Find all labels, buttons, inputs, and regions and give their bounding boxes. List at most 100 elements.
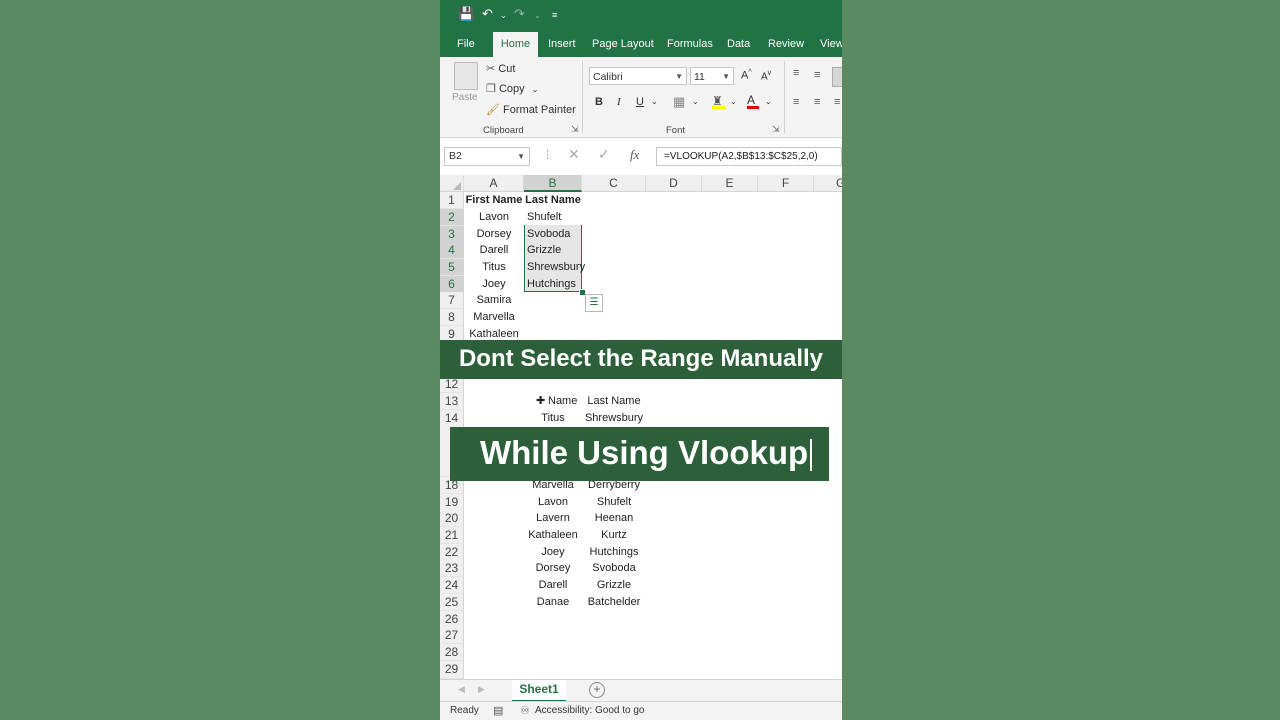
accessibility-icon[interactable]: ♾ (520, 704, 530, 717)
tab-file[interactable]: File (457, 32, 475, 57)
table-cell[interactable]: Batchelder (582, 594, 646, 611)
table2-header-last-name[interactable]: Last Name (582, 393, 646, 410)
align-top-icon[interactable]: ≡ (793, 67, 799, 79)
row-header[interactable]: 7 (440, 292, 464, 309)
table-cell[interactable]: Lavern (524, 510, 582, 527)
cell-a1[interactable]: First Name (464, 192, 524, 209)
column-header-b[interactable]: B (524, 175, 582, 192)
align-left-icon[interactable]: ≡ (793, 96, 799, 108)
row-header[interactable]: 24 (440, 577, 464, 594)
save-icon[interactable]: 💾 (458, 6, 474, 22)
column-header-c[interactable]: C (582, 175, 646, 192)
chevron-down-icon[interactable]: ⌄ (730, 97, 737, 106)
row-header[interactable]: 2 (440, 209, 464, 226)
table-cell[interactable]: Titus (524, 410, 582, 427)
underline-button[interactable]: U (636, 96, 644, 108)
table-cell[interactable]: Samira (464, 292, 524, 309)
enter-icon[interactable]: ✓ (598, 146, 610, 163)
customize-qat-icon[interactable]: ≡ (552, 10, 557, 20)
increase-font-icon[interactable]: A^ (741, 69, 752, 82)
cancel-icon[interactable]: ✕ (568, 146, 580, 163)
row-header[interactable]: 28 (440, 644, 464, 661)
column-header-d[interactable]: D (646, 175, 702, 192)
tab-formulas[interactable]: Formulas (667, 32, 713, 57)
row-header[interactable]: 29 (440, 661, 464, 679)
font-size-combo[interactable]: 11 ▼ (690, 67, 734, 85)
table-cell[interactable]: Titus (464, 259, 524, 276)
row-header[interactable]: 3 (440, 226, 464, 243)
scroll-right-icon[interactable]: ▶ (478, 684, 485, 695)
row-header[interactable]: 27 (440, 627, 464, 644)
tab-insert[interactable]: Insert (548, 32, 576, 57)
decrease-font-icon[interactable]: Av (761, 70, 771, 82)
cell-b1[interactable]: Last Name (524, 192, 582, 209)
chevron-down-icon[interactable]: ⌄ (651, 97, 658, 106)
row-header[interactable]: 23 (440, 560, 464, 577)
borders-icon[interactable]: ▦ (673, 94, 685, 110)
table-cell[interactable]: Darell (524, 577, 582, 594)
accessibility-status[interactable]: Accessibility: Good to go (535, 705, 645, 716)
table-cell[interactable]: Hutchings (527, 276, 576, 293)
tab-home[interactable]: Home (493, 32, 538, 57)
column-header-f[interactable]: F (758, 175, 814, 192)
format-painter-button[interactable]: 🖌 Format Painter (486, 103, 576, 116)
table-cell[interactable]: Heenan (582, 510, 646, 527)
font-launcher-icon[interactable]: ⇲ (772, 124, 780, 135)
table-cell[interactable]: Joey (464, 276, 524, 293)
table-cell[interactable]: Danae (524, 594, 582, 611)
row-header[interactable]: 22 (440, 544, 464, 561)
align-bottom-icon[interactable] (832, 67, 842, 87)
font-color-icon[interactable]: A (747, 93, 759, 109)
fill-color-icon[interactable]: ♜ (712, 94, 726, 109)
undo-dropdown-icon[interactable]: ⌄ (500, 11, 507, 20)
row-header[interactable]: 1 (440, 192, 464, 209)
row-header[interactable]: 26 (440, 611, 464, 628)
column-header-e[interactable]: E (702, 175, 758, 192)
scroll-left-icon[interactable]: ◀ (458, 684, 465, 695)
row-header[interactable]: 8 (440, 309, 464, 326)
sheet-tab-sheet1[interactable]: Sheet1 (512, 680, 566, 702)
table-cell[interactable]: Shrewsbury (582, 410, 646, 427)
chevron-down-icon[interactable]: ⌄ (692, 97, 699, 106)
column-header-a[interactable]: A (464, 175, 524, 192)
copy-button[interactable]: ❐ Copy ⌄ (486, 82, 538, 95)
italic-button[interactable]: I (617, 96, 621, 108)
tab-view[interactable]: View (820, 32, 842, 57)
table-cell[interactable]: Lavon (464, 209, 524, 226)
redo-dropdown-icon[interactable]: ⌄ (534, 11, 541, 20)
align-middle-icon[interactable]: ≡ (814, 69, 820, 81)
paste-button[interactable]: Paste (452, 62, 478, 114)
table-cell[interactable]: Shrewsbury (527, 259, 585, 276)
table-cell[interactable]: Grizzle (527, 242, 561, 259)
chevron-down-icon[interactable]: ⌄ (765, 97, 772, 106)
table-cell[interactable]: Shufelt (527, 209, 561, 226)
table2-header-name[interactable]: Name (548, 393, 577, 410)
row-header[interactable]: 19 (440, 494, 464, 511)
table-cell[interactable]: Dorsey (464, 226, 524, 243)
undo-icon[interactable]: ↶ (482, 6, 493, 22)
add-sheet-icon[interactable]: + (589, 682, 605, 698)
table-cell[interactable]: Lavon (524, 494, 582, 511)
column-header-g[interactable]: G (814, 175, 842, 192)
flash-fill-options-icon[interactable]: ☰ (585, 294, 603, 312)
table-cell[interactable]: Kurtz (582, 527, 646, 544)
row-header[interactable]: 14 (440, 410, 464, 427)
table-cell[interactable]: Darell (464, 242, 524, 259)
font-name-combo[interactable]: Calibri ▼ (589, 67, 687, 85)
bold-button[interactable]: B (595, 96, 603, 108)
cut-button[interactable]: ✂ Cut (486, 62, 515, 75)
select-all-corner[interactable] (440, 175, 464, 192)
row-header[interactable]: 5 (440, 259, 464, 276)
table-cell[interactable]: Grizzle (582, 577, 646, 594)
table-cell[interactable]: Kathaleen (524, 527, 582, 544)
table-cell[interactable]: Shufelt (582, 494, 646, 511)
name-box[interactable]: B2 ▼ (444, 147, 530, 166)
row-header[interactable]: 6 (440, 276, 464, 293)
tab-page-layout[interactable]: Page Layout (592, 32, 654, 57)
formula-input[interactable]: =VLOOKUP(A2,$B$13:$C$25,2,0) (656, 147, 842, 166)
row-header[interactable]: 13 (440, 393, 464, 410)
row-header[interactable]: 4 (440, 242, 464, 259)
row-header[interactable]: 25 (440, 594, 464, 611)
table-cell[interactable]: Marvella (464, 309, 524, 326)
table-cell[interactable]: Joey (524, 544, 582, 561)
